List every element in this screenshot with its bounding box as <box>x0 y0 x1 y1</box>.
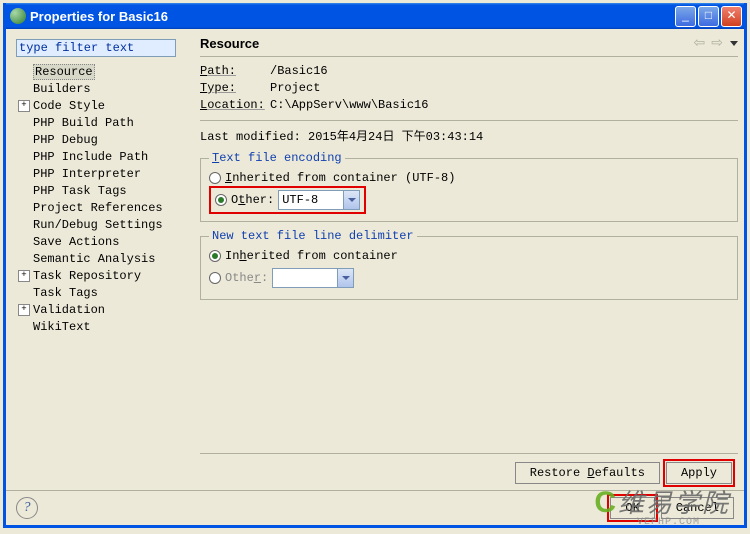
help-icon[interactable]: ? <box>16 497 38 519</box>
maximize-button[interactable]: □ <box>698 6 719 27</box>
location-value: C:\AppServ\www\Basic16 <box>270 97 428 114</box>
nav-back-icon[interactable]: ⇦ <box>694 35 706 52</box>
delimiter-inherited-label: Inherited from container <box>225 249 398 263</box>
encoding-inherited-label: Inherited from container (UTF-8) <box>225 171 455 185</box>
tree-item-semantic-analysis[interactable]: Semantic Analysis <box>18 250 194 267</box>
tree-expander-icon[interactable]: + <box>18 100 30 112</box>
tree-item-label: PHP Interpreter <box>33 167 141 181</box>
encoding-combo-value: UTF-8 <box>279 193 343 207</box>
tree-item-task-repository[interactable]: +Task Repository <box>18 267 194 284</box>
encoding-other-label: Other: <box>231 193 274 207</box>
tree-item-wikitext[interactable]: WikiText <box>18 318 194 335</box>
tree-item-label: WikiText <box>33 320 91 334</box>
tree-item-php-interpreter[interactable]: PHP Interpreter <box>18 165 194 182</box>
tree-item-save-actions[interactable]: Save Actions <box>18 233 194 250</box>
nav-fwd-icon[interactable]: ⇨ <box>711 35 723 52</box>
tree-item-label: Project References <box>33 201 163 215</box>
tree-item-run-debug-settings[interactable]: Run/Debug Settings <box>18 216 194 233</box>
watermark-sub: VEPHP.COM <box>637 517 700 528</box>
type-value: Project <box>270 80 320 97</box>
tree-item-resource[interactable]: Resource <box>18 63 194 80</box>
tree-item-php-build-path[interactable]: PHP Build Path <box>18 114 194 131</box>
delimiter-group: New text file line delimiter Inherited f… <box>200 236 738 300</box>
delimiter-combo <box>272 268 354 288</box>
last-modified-label: Last modified: <box>200 130 301 144</box>
nav-menu-icon[interactable] <box>730 41 738 46</box>
tree-item-project-references[interactable]: Project References <box>18 199 194 216</box>
path-label: Path: <box>200 63 270 80</box>
tree-item-label: Task Repository <box>33 269 141 283</box>
tree-item-label: PHP Include Path <box>33 150 148 164</box>
tree-item-label: Validation <box>33 303 105 317</box>
filter-input[interactable] <box>16 39 176 57</box>
tree-item-label: Resource <box>33 64 95 80</box>
titlebar: Properties for Basic16 _ □ ✕ <box>6 3 744 29</box>
tree-item-label: Run/Debug Settings <box>33 218 163 232</box>
tree-item-label: PHP Build Path <box>33 116 134 130</box>
encoding-other-radio[interactable] <box>215 194 227 206</box>
tree-item-php-debug[interactable]: PHP Debug <box>18 131 194 148</box>
minimize-button[interactable]: _ <box>675 6 696 27</box>
delimiter-other-label: Other: <box>225 271 268 285</box>
path-value: /Basic16 <box>270 63 328 80</box>
tree-item-code-style[interactable]: +Code Style <box>18 97 194 114</box>
delimiter-legend: New text file line delimiter <box>209 229 417 243</box>
encoding-other-highlight: Other: UTF-8 <box>209 186 366 214</box>
tree-item-label: Builders <box>33 82 91 96</box>
window-title: Properties for Basic16 <box>30 9 675 24</box>
chevron-down-icon[interactable] <box>343 191 359 209</box>
location-label: Location: <box>200 97 270 114</box>
restore-defaults-button[interactable]: Restore Defaults <box>515 462 660 484</box>
tree-item-php-task-tags[interactable]: PHP Task Tags <box>18 182 194 199</box>
category-tree: ResourceBuilders+Code StylePHP Build Pat… <box>12 63 194 484</box>
encoding-legend: Text file encoding <box>209 151 345 165</box>
tree-expander-icon[interactable]: + <box>18 270 30 282</box>
tree-item-label: PHP Debug <box>33 133 98 147</box>
delimiter-other-radio[interactable] <box>209 272 221 284</box>
tree-item-label: PHP Task Tags <box>33 184 127 198</box>
encoding-inherited-radio[interactable] <box>209 172 221 184</box>
close-button[interactable]: ✕ <box>721 6 742 27</box>
encoding-combo[interactable]: UTF-8 <box>278 190 360 210</box>
last-modified-value: 2015年4月24日 下午03:43:14 <box>308 130 483 144</box>
tree-item-builders[interactable]: Builders <box>18 80 194 97</box>
ok-button[interactable]: OK <box>610 497 654 519</box>
app-icon <box>10 8 26 24</box>
tree-item-php-include-path[interactable]: PHP Include Path <box>18 148 194 165</box>
tree-item-task-tags[interactable]: Task Tags <box>18 284 194 301</box>
tree-expander-icon[interactable]: + <box>18 304 30 316</box>
tree-item-label: Code Style <box>33 99 105 113</box>
sidebar: ResourceBuilders+Code StylePHP Build Pat… <box>12 35 194 484</box>
apply-button[interactable]: Apply <box>666 462 732 484</box>
tree-item-label: Task Tags <box>33 286 98 300</box>
chevron-down-icon <box>337 269 353 287</box>
cancel-button[interactable]: Cancel <box>661 497 734 519</box>
type-label: Type: <box>200 80 270 97</box>
tree-item-validation[interactable]: +Validation <box>18 301 194 318</box>
page-title: Resource <box>200 36 691 51</box>
tree-item-label: Semantic Analysis <box>33 252 155 266</box>
delimiter-inherited-radio[interactable] <box>209 250 221 262</box>
encoding-group: Text file encoding Inherited from contai… <box>200 158 738 222</box>
tree-item-label: Save Actions <box>33 235 119 249</box>
